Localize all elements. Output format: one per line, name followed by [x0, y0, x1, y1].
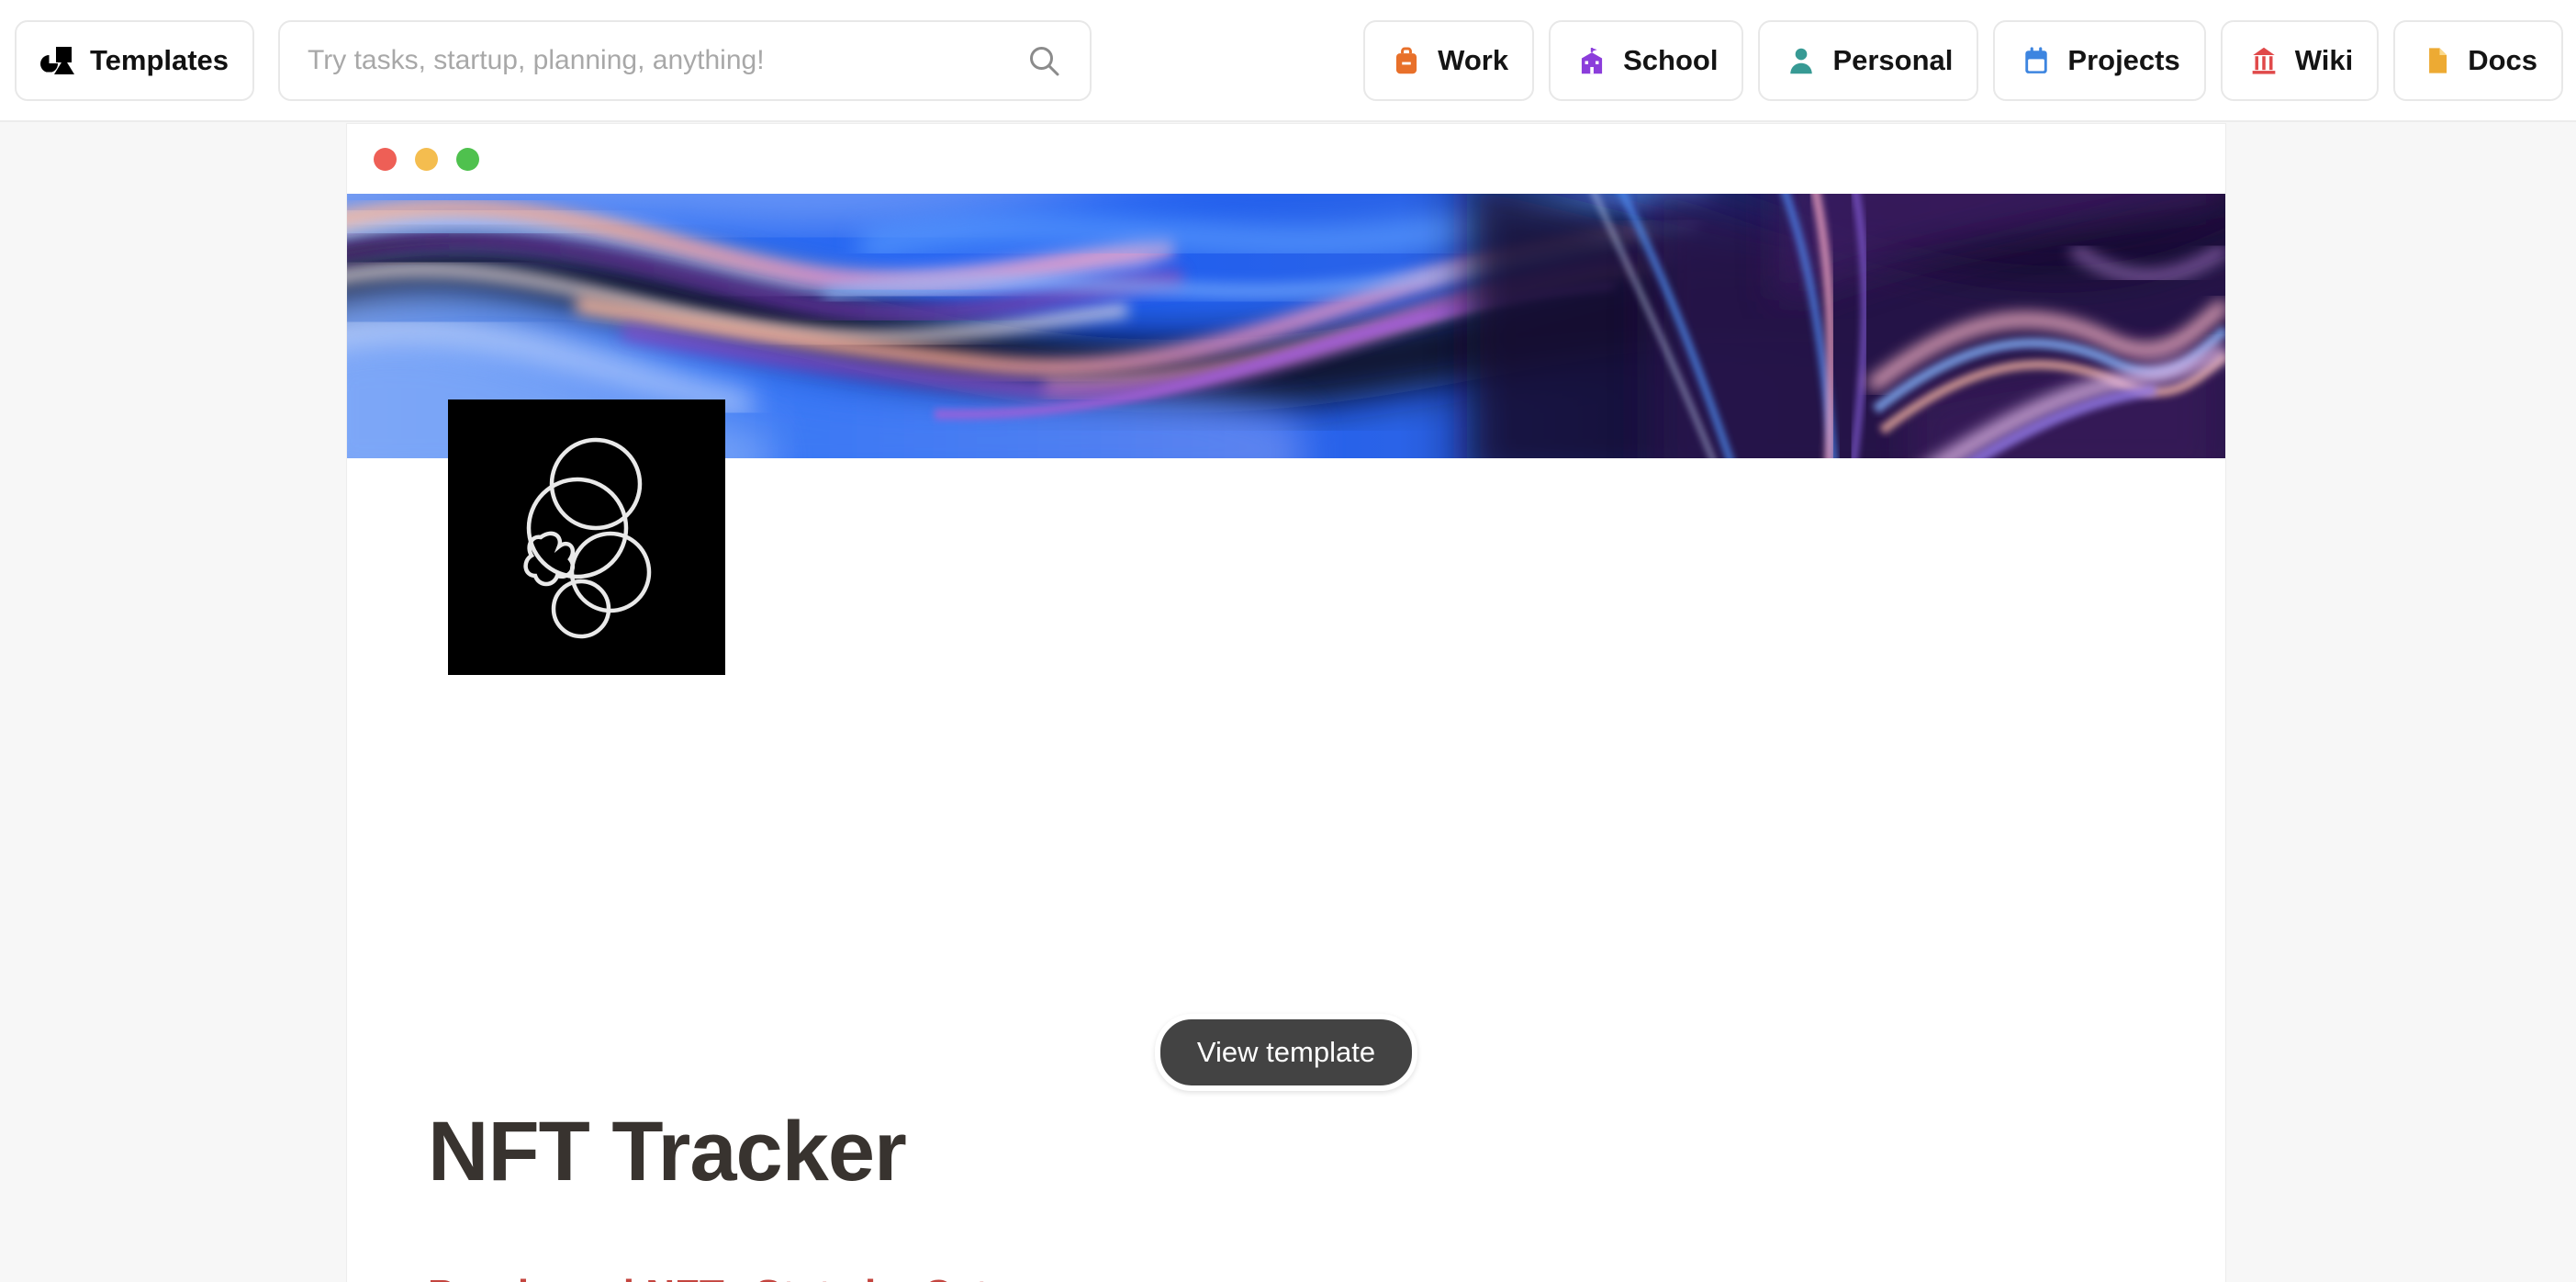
templates-button[interactable]: Templates	[15, 19, 255, 101]
search-input[interactable]	[308, 44, 1026, 76]
nav-button-projects-label: Projects	[2067, 44, 2180, 76]
nav-button-docs[interactable]: Docs	[2393, 20, 2563, 101]
window-maximize-button[interactable]	[456, 147, 479, 171]
nav-button-projects[interactable]: Projects	[1993, 20, 2206, 101]
nav-button-work-label: Work	[1438, 44, 1509, 76]
window-close-button[interactable]	[374, 147, 397, 171]
nft-circles-logo	[448, 399, 725, 675]
window-minimize-button[interactable]	[415, 147, 438, 171]
search-icon[interactable]	[1025, 42, 1062, 79]
section-heading: Purchased NFTs Stats by Category	[428, 1272, 1098, 1282]
view-template-button[interactable]: View template	[1154, 1014, 1418, 1091]
top-toolbar: Templates Work School Personal	[0, 0, 2576, 122]
nav-button-personal[interactable]: Personal	[1758, 20, 1979, 101]
notebook-icon	[2019, 43, 2054, 78]
templates-button-label: Templates	[90, 43, 230, 76]
workspace-nav: Work School Personal Projects Wiki Docs	[1363, 20, 2563, 101]
window-chrome	[347, 124, 2225, 194]
nav-button-work[interactable]: Work	[1363, 20, 1535, 101]
school-icon	[1574, 43, 1609, 78]
nav-button-wiki-label: Wiki	[2294, 44, 2354, 76]
person-icon	[1784, 43, 1819, 78]
nav-button-docs-label: Docs	[2468, 44, 2537, 76]
document-icon	[2419, 43, 2454, 78]
nav-button-personal-label: Personal	[1832, 44, 1954, 76]
search-bar[interactable]	[278, 19, 1092, 101]
nav-button-school[interactable]: School	[1549, 20, 1744, 101]
bank-icon	[2246, 43, 2281, 78]
nav-button-school-label: School	[1623, 44, 1719, 76]
page-title: NFT Tracker	[428, 1105, 907, 1198]
view-template-wrap: View template	[347, 1014, 2225, 1091]
briefcase-icon	[1389, 43, 1424, 78]
template-preview-window: View template NFT Tracker Purchased NFTs…	[347, 124, 2225, 1282]
templates-shapes-icon	[40, 46, 75, 75]
nav-button-wiki[interactable]: Wiki	[2220, 20, 2380, 101]
